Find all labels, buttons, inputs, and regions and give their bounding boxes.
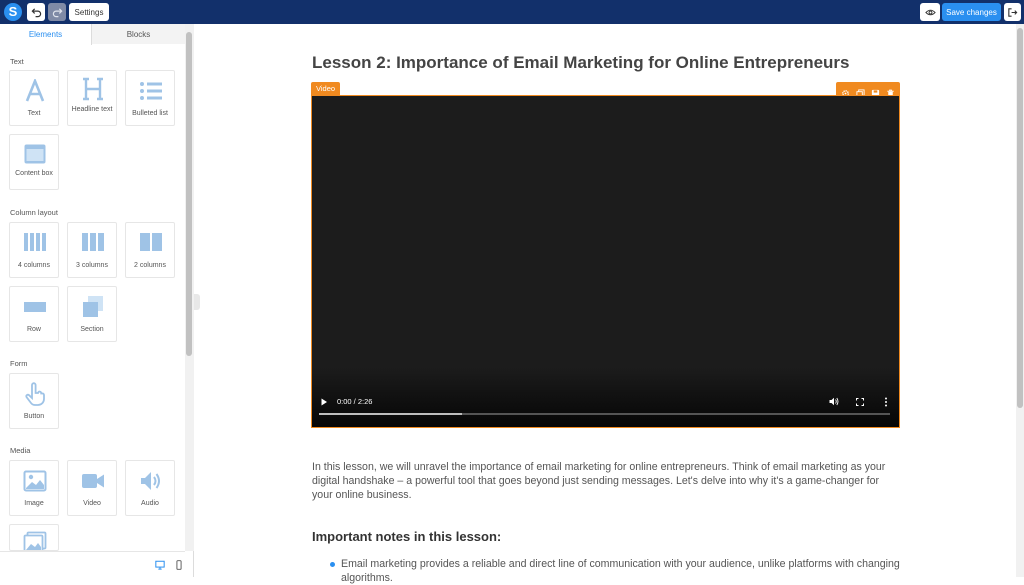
element-3-columns[interactable]: 3 columns: [67, 222, 117, 278]
undo-button[interactable]: [27, 3, 45, 21]
element-headline[interactable]: Headline text: [67, 70, 117, 126]
element-section[interactable]: Section: [67, 286, 117, 342]
bullet-marker: [330, 562, 335, 567]
element-label: Button: [23, 413, 45, 420]
section-title-text: Text: [10, 57, 24, 66]
row-icon: [24, 302, 46, 312]
pointer-hand-icon: [25, 382, 45, 406]
video-progress-bar[interactable]: [319, 413, 890, 415]
element-gallery[interactable]: [9, 524, 59, 551]
content-box-icon: [24, 144, 46, 164]
element-image[interactable]: Image: [9, 460, 59, 516]
elements-sidebar: Elements Blocks Text Text Headline text …: [0, 24, 194, 577]
element-label: Row: [26, 326, 41, 333]
video-controls-overlay: [312, 367, 899, 427]
lesson-intro-text[interactable]: In this lesson, we will unravel the impo…: [312, 460, 902, 502]
top-toolbar: S Settings Save changes: [0, 0, 1024, 24]
section-icon: [83, 296, 103, 317]
section-title-media: Media: [10, 446, 31, 455]
section-title-columns: Column layout: [10, 208, 58, 217]
video-time: 0:00 / 2:26: [337, 397, 373, 406]
element-2-columns[interactable]: 2 columns: [125, 222, 175, 278]
exit-button[interactable]: [1004, 3, 1021, 21]
preview-button[interactable]: [920, 3, 940, 21]
headline-h-icon: [83, 77, 103, 101]
element-label: 3 columns: [76, 262, 108, 269]
element-label: 4 columns: [18, 262, 50, 269]
more-options-icon[interactable]: [884, 397, 888, 407]
element-label: Bulleted list: [132, 110, 168, 117]
undo-icon: [31, 7, 41, 17]
list-item[interactable]: Email marketing provides a reliable and …: [341, 557, 901, 585]
desktop-icon[interactable]: [155, 560, 165, 570]
device-preview-bar: [0, 551, 185, 577]
tab-blocks[interactable]: Blocks: [92, 24, 185, 44]
canvas-scroll-thumb[interactable]: [1017, 28, 1023, 408]
element-4-columns[interactable]: 4 columns: [9, 222, 59, 278]
element-content-box[interactable]: Content box: [9, 134, 59, 190]
tab-elements[interactable]: Elements: [0, 24, 92, 45]
save-changes-button[interactable]: Save changes: [942, 3, 1001, 21]
element-row[interactable]: Row: [9, 286, 59, 342]
redo-icon: [52, 7, 62, 17]
duplicate-icon[interactable]: [856, 85, 865, 98]
element-label: Audio: [141, 500, 159, 507]
element-label: Section: [80, 326, 104, 333]
three-columns-icon: [82, 233, 104, 251]
element-label: 2 columns: [134, 262, 166, 269]
two-columns-icon: [140, 233, 162, 251]
video-player[interactable]: [311, 95, 900, 428]
element-button[interactable]: Button: [9, 373, 59, 429]
element-label: Image: [24, 500, 44, 507]
page-title[interactable]: Lesson 2: Importance of Email Marketing …: [312, 53, 850, 73]
volume-icon[interactable]: [829, 397, 839, 406]
element-label: Text: [27, 110, 41, 117]
app-logo[interactable]: S: [4, 3, 22, 21]
settings-button[interactable]: Settings: [69, 3, 109, 21]
image-icon: [23, 470, 47, 492]
fullscreen-icon[interactable]: [856, 398, 864, 406]
sidebar-tabs: Elements Blocks: [0, 24, 185, 45]
video-block-tag: Video: [311, 82, 341, 96]
video-camera-icon: [82, 474, 104, 488]
element-video[interactable]: Video: [67, 460, 117, 516]
element-text[interactable]: Text: [9, 70, 59, 126]
video-progress-fill: [319, 413, 462, 415]
gear-icon[interactable]: [841, 85, 850, 97]
video-block-toolbar: [836, 82, 900, 98]
gallery-icon: [23, 531, 47, 550]
text-a-icon: [25, 79, 45, 102]
mobile-icon[interactable]: [175, 560, 183, 570]
sidebar-scroll-thumb[interactable]: [186, 32, 192, 356]
list-icon: [140, 82, 162, 100]
notes-heading[interactable]: Important notes in this lesson:: [312, 529, 501, 544]
redo-button[interactable]: [48, 3, 66, 21]
trash-icon[interactable]: [886, 85, 895, 97]
element-label: Video: [83, 500, 101, 507]
save-block-icon[interactable]: [871, 85, 880, 97]
element-label: Content box: [15, 170, 53, 177]
four-columns-icon: [24, 233, 46, 251]
element-label: Headline text: [71, 106, 113, 113]
element-bulleted-list[interactable]: Bulleted list: [125, 70, 175, 126]
sidebar-collapse-handle[interactable]: [194, 294, 200, 310]
element-audio[interactable]: Audio: [125, 460, 175, 516]
eye-icon: [924, 9, 936, 15]
play-icon[interactable]: [320, 398, 328, 406]
speaker-icon: [141, 472, 160, 490]
section-title-form: Form: [10, 359, 28, 368]
exit-icon: [1008, 7, 1018, 17]
